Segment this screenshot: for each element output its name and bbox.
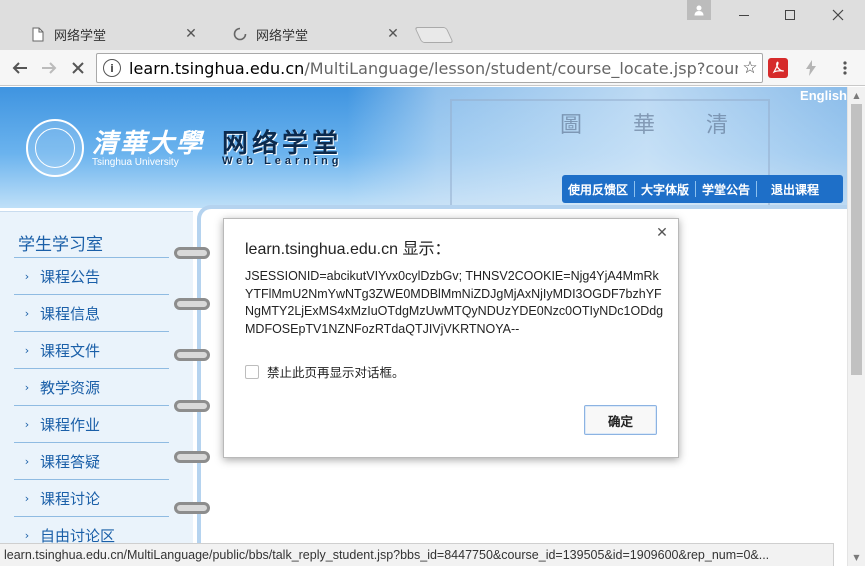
browser-toolbar: i learn.tsinghua.edu.cn/MultiLanguage/le… (0, 50, 865, 86)
ring-icon (174, 400, 210, 412)
ring-icon (174, 502, 210, 514)
dialog-title: learn.tsinghua.edu.cn 显示： (245, 241, 451, 258)
nav-announcements[interactable]: 学堂公告 (696, 181, 756, 198)
address-bar[interactable]: i learn.tsinghua.edu.cn/MultiLanguage/le… (96, 53, 763, 83)
tab-close-icon[interactable]: ✕ (184, 27, 198, 41)
acrobat-extension-icon[interactable] (768, 58, 788, 78)
browser-titlebar: 网络学堂 ✕ 网络学堂 ✕ (0, 0, 865, 50)
sidebar-item-homework[interactable]: › 课程作业 (14, 406, 169, 443)
ring-icon (174, 349, 210, 361)
sidebar-item-files[interactable]: › 课程文件 (14, 332, 169, 369)
page-scrollbar[interactable]: ▲ ▼ (847, 87, 865, 566)
top-nav: 使用反馈区 大字体版 学堂公告 退出课程 (562, 175, 843, 203)
sidebar-item-discussion[interactable]: › 课程讨论 (14, 480, 169, 517)
tab-title: 网络学堂 (256, 28, 309, 44)
profile-icon[interactable] (687, 0, 711, 20)
back-arrow-icon[interactable] (9, 57, 31, 79)
sidebar-item-announcements[interactable]: › 课程公告 (14, 258, 169, 295)
lightning-extension-icon[interactable] (801, 58, 821, 78)
english-link[interactable]: English (800, 88, 847, 103)
tab-close-icon[interactable]: ✕ (386, 27, 400, 41)
close-window-icon[interactable] (815, 0, 861, 30)
new-tab-button[interactable] (414, 27, 454, 43)
site-brand-subtitle: Web Learning (222, 155, 343, 167)
arrow-icon: › (24, 528, 30, 542)
arrow-icon: › (24, 343, 30, 357)
loading-spinner-icon (232, 26, 248, 42)
checkbox-label: 禁止此页再显示对话框。 (267, 365, 405, 380)
scroll-up-icon[interactable]: ▲ (848, 87, 865, 104)
sidebar: 学生学习室 › 课程公告 › 课程信息 › 课程文件 › 教学资源 › 课程作业… (0, 211, 193, 543)
sidebar-item-resources[interactable]: › 教学资源 (14, 369, 169, 406)
gate-inscription: 圖 華 清 (560, 113, 750, 138)
forward-arrow-icon[interactable] (38, 57, 60, 79)
stop-loading-icon[interactable] (67, 57, 89, 79)
sidebar-item-info[interactable]: › 课程信息 (14, 295, 169, 332)
sidebar-item-qa[interactable]: › 课程答疑 (14, 443, 169, 480)
scroll-thumb[interactable] (851, 104, 862, 375)
maximize-icon[interactable] (767, 0, 813, 30)
arrow-icon: › (24, 306, 30, 320)
ok-button[interactable]: 确定 (584, 405, 657, 435)
dialog-message: JSESSIONID=abcikutVIYvx0cylDzbGv; THNSV2… (245, 269, 664, 336)
browser-tab-1[interactable]: 网络学堂 ✕ (10, 18, 210, 50)
scroll-down-icon[interactable]: ▼ (848, 549, 865, 566)
tab-title: 网络学堂 (54, 28, 107, 44)
arrow-icon: › (24, 491, 30, 505)
notebook-rings (172, 211, 212, 543)
arrow-icon: › (24, 269, 30, 283)
menu-dots-icon[interactable] (835, 58, 855, 78)
nav-exit-course[interactable]: 退出课程 (757, 181, 825, 198)
bookmark-star-icon[interactable]: ☆ (738, 58, 762, 78)
alert-dialog: ✕ learn.tsinghua.edu.cn 显示： JSESSIONID=a… (223, 218, 679, 458)
arrow-icon: › (24, 380, 30, 394)
nav-feedback[interactable]: 使用反馈区 (562, 181, 634, 198)
address-url[interactable]: learn.tsinghua.edu.cn/MultiLanguage/less… (129, 59, 738, 78)
checkbox-box[interactable] (245, 364, 259, 379)
status-url-bubble: learn.tsinghua.edu.cn/MultiLanguage/publ… (0, 543, 834, 566)
page-icon (30, 26, 46, 42)
ring-icon (174, 247, 210, 259)
arrow-icon: › (24, 454, 30, 468)
suppress-dialogs-checkbox[interactable]: 禁止此页再显示对话框。 (245, 362, 405, 381)
sidebar-item-forum[interactable]: › 自由讨论区 (14, 517, 169, 544)
university-logo-text: 清華大學 (92, 129, 205, 159)
arrow-icon: › (24, 417, 30, 431)
nav-large-font[interactable]: 大字体版 (635, 181, 695, 198)
ring-icon (174, 451, 210, 463)
site-banner: 圖 華 清 清華大學 Tsinghua University 网络学堂 Web … (0, 87, 847, 208)
ring-icon (174, 298, 210, 310)
browser-tab-2[interactable]: 网络学堂 ✕ (212, 18, 412, 50)
university-logo-en: Tsinghua University (92, 157, 179, 168)
site-info-icon[interactable]: i (103, 59, 121, 77)
university-seal-icon (26, 119, 84, 177)
sidebar-heading: 学生学习室 (18, 235, 103, 255)
dialog-close-icon[interactable]: ✕ (654, 225, 670, 241)
minimize-icon[interactable] (721, 0, 767, 30)
